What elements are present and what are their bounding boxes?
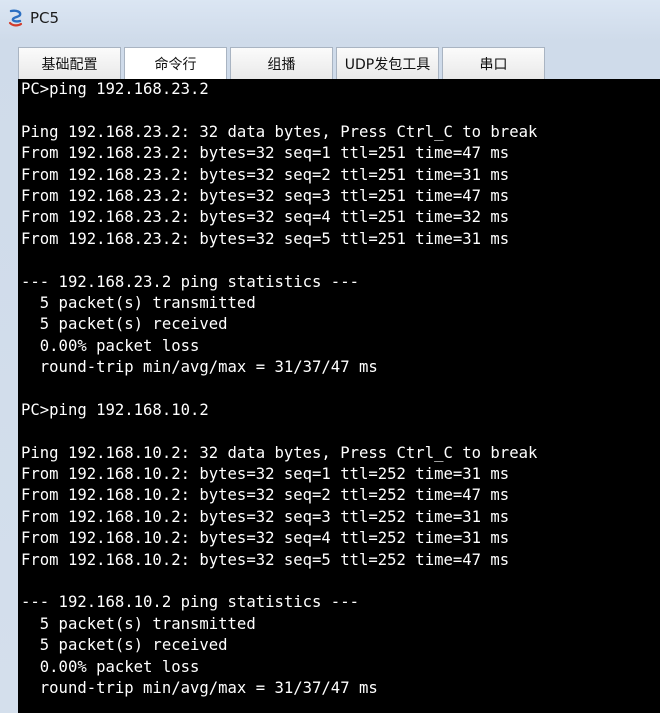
terminal-line: From 192.168.10.2: bytes=32 seq=2 ttl=25…	[21, 486, 510, 505]
terminal-line: PC>ping 192.168.23.2	[21, 80, 209, 98]
terminal-line: From 192.168.10.2: bytes=32 seq=4 ttl=25…	[21, 529, 510, 548]
title-bar[interactable]: PC5	[0, 0, 660, 36]
terminal-line: round-trip min/avg/max = 31/37/47 ms	[21, 358, 378, 377]
terminal-line: PC>ping 192.168.10.2	[21, 400, 209, 419]
terminal-line: 0.00% packet loss	[21, 657, 200, 676]
app-logo-icon	[8, 9, 24, 27]
terminal-line: --- 192.168.10.2 ping statistics ---	[21, 593, 359, 612]
terminal-line: From 192.168.10.2: bytes=32 seq=1 ttl=25…	[21, 465, 510, 484]
tab-multicast[interactable]: 组播	[230, 47, 333, 79]
pc5-window: PC5 基础配置 命令行 组播 UDP发包工具 串口 PC>ping 192.1…	[0, 0, 660, 713]
terminal-line: From 192.168.23.2: bytes=32 seq=1 ttl=25…	[21, 144, 510, 163]
terminal-line: round-trip min/avg/max = 31/37/47 ms	[21, 678, 378, 697]
terminal-line: From 192.168.23.2: bytes=32 seq=2 ttl=25…	[21, 165, 510, 184]
tab-serial-port[interactable]: 串口	[442, 47, 545, 79]
tab-command-line[interactable]: 命令行	[124, 47, 227, 79]
tab-udp-packet-tool[interactable]: UDP发包工具	[336, 47, 439, 79]
window-title: PC5	[30, 9, 60, 27]
terminal-line: 5 packet(s) received	[21, 636, 228, 655]
terminal-line: 5 packet(s) transmitted	[21, 293, 256, 312]
terminal-line: From 192.168.23.2: bytes=32 seq=4 ttl=25…	[21, 208, 510, 227]
terminal-line: --- 192.168.23.2 ping statistics ---	[21, 272, 359, 291]
command-line-terminal[interactable]: PC>ping 192.168.23.2 Ping 192.168.23.2: 3…	[18, 79, 660, 713]
terminal-line: From 192.168.23.2: bytes=32 seq=3 ttl=25…	[21, 186, 510, 205]
terminal-line: Ping 192.168.23.2: 32 data bytes, Press …	[21, 122, 538, 141]
tab-basic-config[interactable]: 基础配置	[18, 47, 121, 79]
terminal-line: From 192.168.10.2: bytes=32 seq=3 ttl=25…	[21, 507, 510, 526]
tab-bar: 基础配置 命令行 组播 UDP发包工具 串口	[18, 47, 545, 79]
terminal-output: PC>ping 192.168.23.2 Ping 192.168.23.2: 3…	[18, 79, 660, 699]
terminal-line: Ping 192.168.10.2: 32 data bytes, Press …	[21, 443, 538, 462]
terminal-line: 5 packet(s) transmitted	[21, 614, 256, 633]
terminal-line: From 192.168.10.2: bytes=32 seq=5 ttl=25…	[21, 550, 510, 569]
terminal-line: From 192.168.23.2: bytes=32 seq=5 ttl=25…	[21, 229, 510, 248]
terminal-line: 5 packet(s) received	[21, 315, 228, 334]
terminal-line: 0.00% packet loss	[21, 336, 200, 355]
